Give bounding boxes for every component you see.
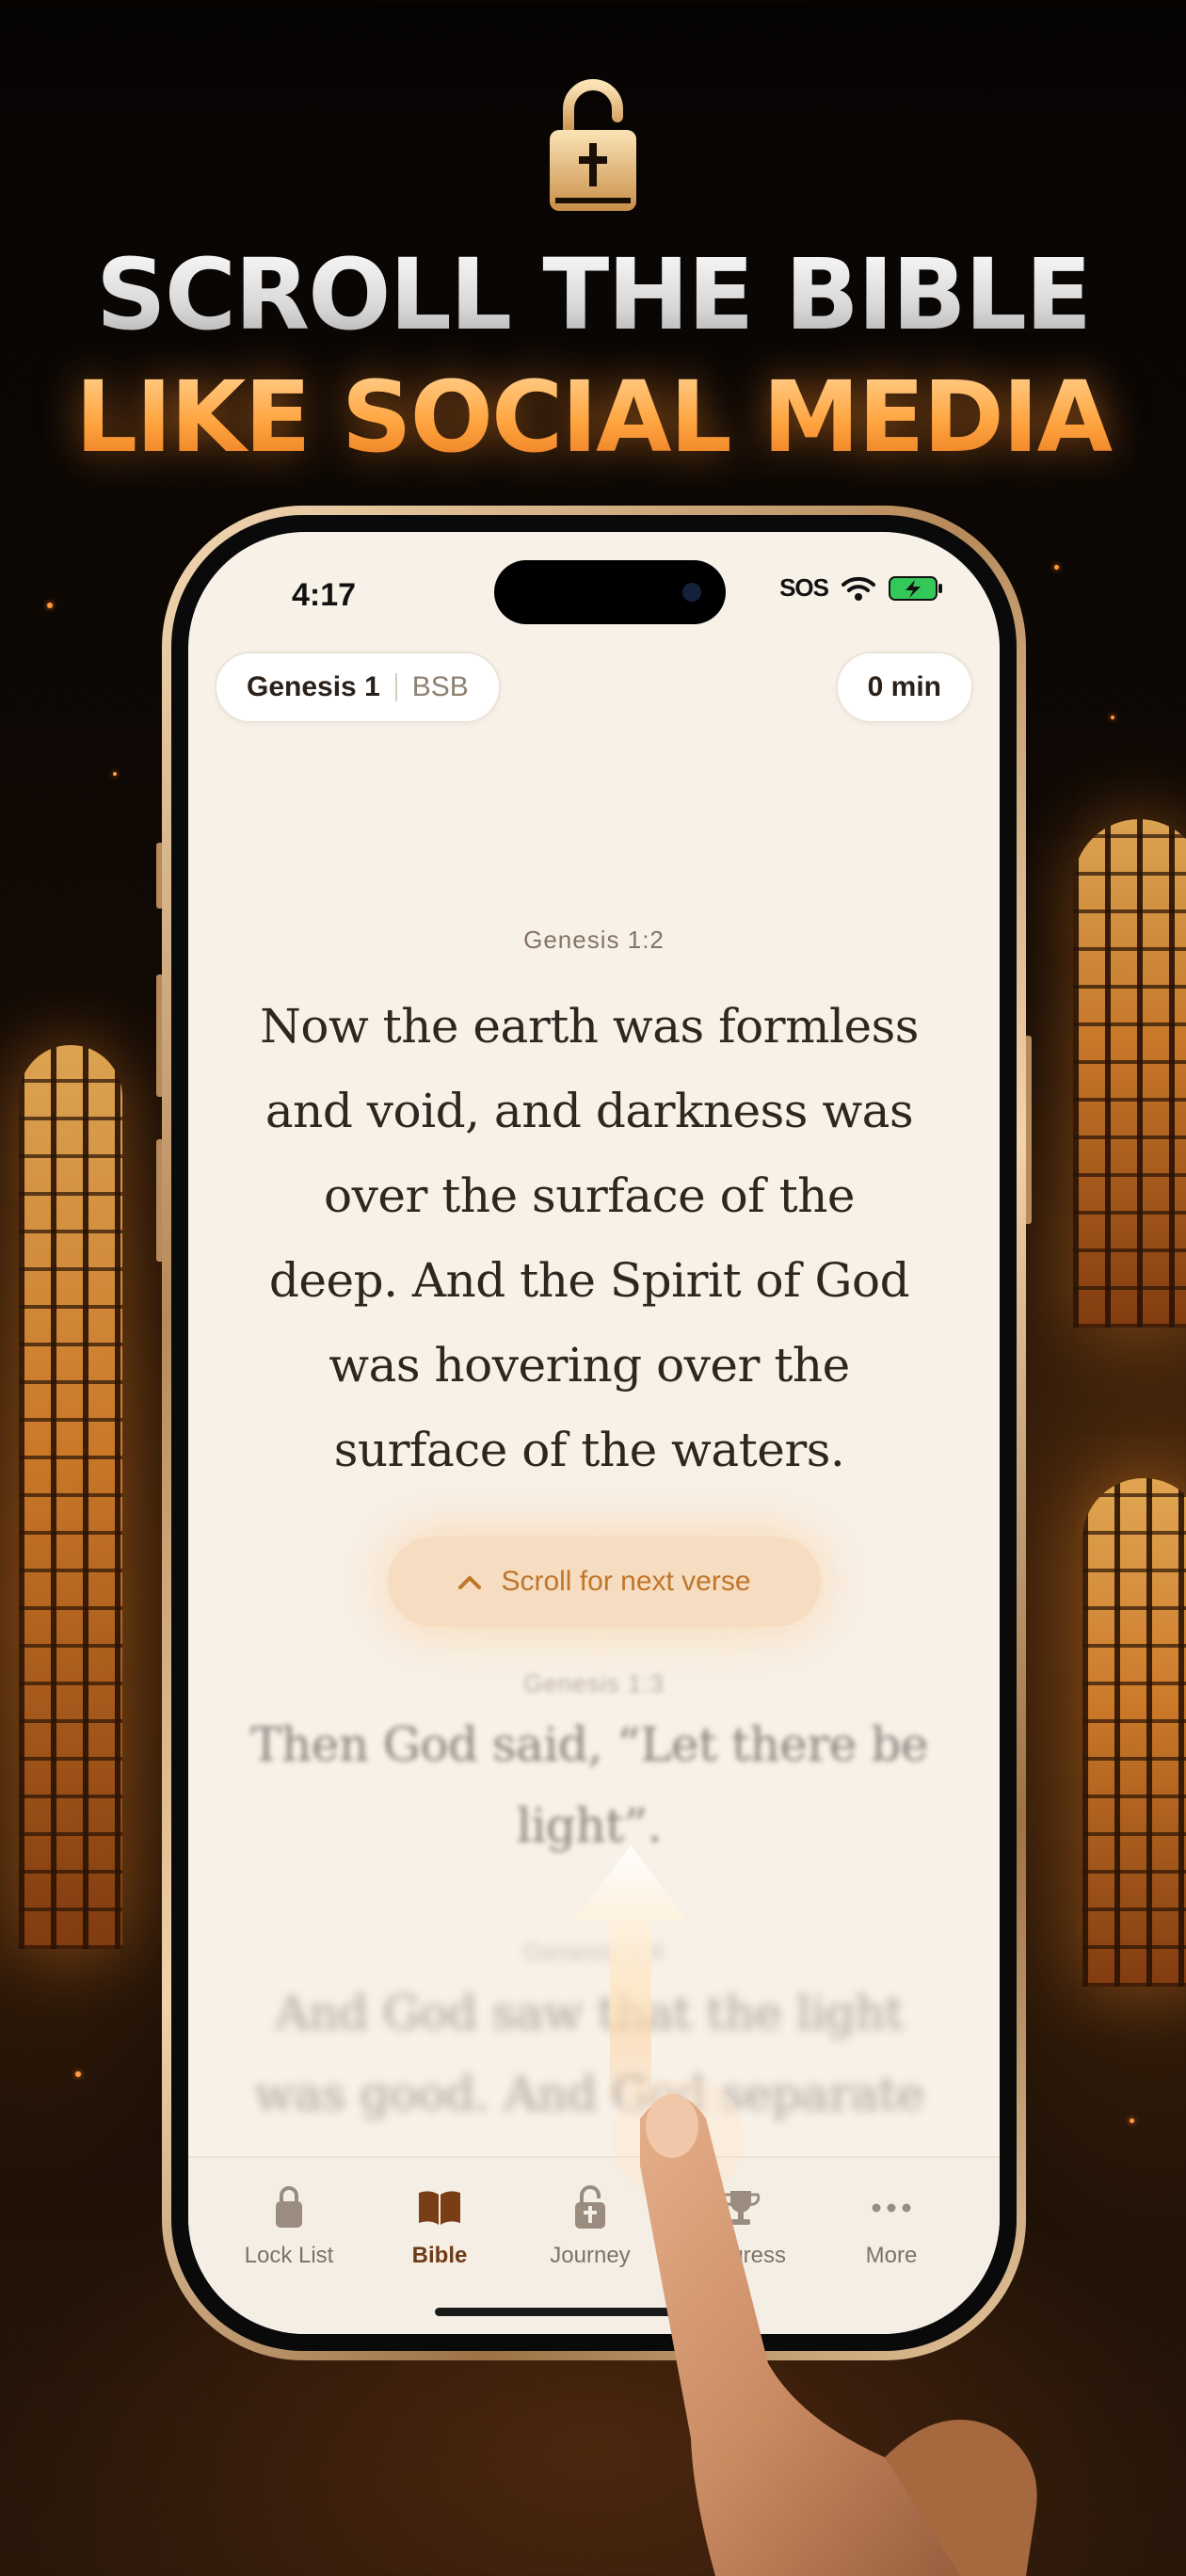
- verse-text: Now the earth was formless and void, and…: [245, 984, 934, 1492]
- tab-label: Lock List: [244, 2243, 334, 2268]
- verse-line: Now the earth was formless: [260, 999, 919, 1054]
- book-icon: [413, 2184, 466, 2231]
- verse-line: Then God said, “Let there be: [250, 1717, 928, 1772]
- ember-particle: [113, 772, 117, 776]
- reading-timer-chip[interactable]: 0 min: [835, 652, 973, 723]
- status-indicators: SOS: [779, 573, 945, 603]
- ember-particle: [47, 603, 53, 608]
- headline-line-1: SCROLL THE BIBLE: [0, 237, 1186, 352]
- tab-label: Bible: [411, 2243, 468, 2268]
- lock-list-icon: [263, 2184, 315, 2231]
- pointing-hand-icon: [612, 2081, 1037, 2576]
- chevron-up-icon: [458, 1576, 482, 1589]
- battery-charging-icon: [889, 575, 942, 601]
- tab-bible[interactable]: Bible: [364, 2184, 515, 2269]
- ember-particle: [1054, 565, 1059, 570]
- verse-line: and void, and darkness was: [264, 1084, 914, 1138]
- verse-reference: Genesis 1:3: [523, 1669, 665, 1698]
- stained-glass-window-right-bottom: [1082, 1478, 1186, 1987]
- front-camera: [682, 583, 701, 602]
- scroll-next-verse-button[interactable]: Scroll for next verse: [388, 1537, 821, 1627]
- chip-divider: [394, 673, 397, 701]
- verse-line: surface of the waters.: [333, 1423, 845, 1477]
- tab-lock-list[interactable]: Lock List: [214, 2184, 364, 2269]
- version-label: BSB: [411, 671, 469, 702]
- status-time: 4:17: [292, 577, 357, 613]
- stained-glass-window-right-top: [1073, 819, 1186, 1328]
- scroll-next-verse-label: Scroll for next verse: [501, 1566, 751, 1597]
- dynamic-island: [494, 560, 726, 624]
- sos-carrier-label: SOS: [779, 573, 829, 602]
- book-label: Genesis 1: [247, 671, 380, 702]
- verse-line: was hovering over the: [329, 1338, 850, 1393]
- wifi-icon: [841, 576, 875, 601]
- swipe-up-arrow-icon: [574, 1845, 687, 2109]
- ember-particle: [1111, 716, 1114, 719]
- verse-reference: Genesis 1:2: [523, 926, 665, 954]
- padlock-cross-logo-icon: [550, 79, 636, 211]
- ember-particle: [75, 2071, 81, 2077]
- stained-glass-window-left: [19, 1045, 122, 1949]
- verse-line: over the surface of the: [324, 1168, 855, 1223]
- headline-line-2: LIKE SOCIAL MEDIA: [0, 360, 1186, 475]
- book-version-chip[interactable]: Genesis 1 BSB: [215, 652, 501, 723]
- verse-line: deep. And the Spirit of God: [268, 1253, 910, 1308]
- verse-text: Then God said, “Let there be light”.: [245, 1704, 934, 1866]
